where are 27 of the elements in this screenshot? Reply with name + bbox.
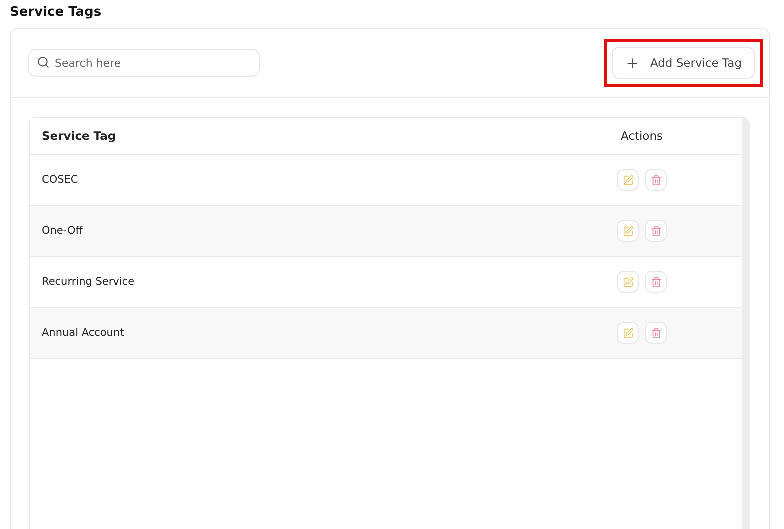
edit-button[interactable] [617,169,639,191]
column-header: Service Tag [42,129,116,143]
add-service-tag-button[interactable]: Add Service Tag [612,47,755,79]
table-cell-text: Annual Account [42,327,126,339]
search-icon [37,56,50,69]
edit-icon [622,226,634,236]
search-field[interactable]: Search here [28,49,260,77]
column-header: Actions [620,129,663,143]
edit-button[interactable] [617,220,639,242]
table-cell-text: One-Off [42,225,84,237]
delete-button[interactable] [645,322,667,344]
plus-icon [625,56,640,70]
delete-button[interactable] [645,271,667,293]
trash-icon [650,174,662,186]
edit-icon [622,328,634,338]
delete-button[interactable] [645,220,667,242]
page-title: Service Tags [10,4,103,22]
edit-icon [622,276,634,288]
delete-button[interactable] [645,169,667,191]
edit-button[interactable] [617,271,639,293]
table-cell-text: COSEC [42,174,80,186]
trash-icon [650,328,662,338]
trash-icon [650,226,662,236]
trash-icon [650,276,662,288]
edit-button[interactable] [617,322,639,344]
table-cell-text: Recurring Service [42,276,136,288]
edit-icon [622,174,634,186]
